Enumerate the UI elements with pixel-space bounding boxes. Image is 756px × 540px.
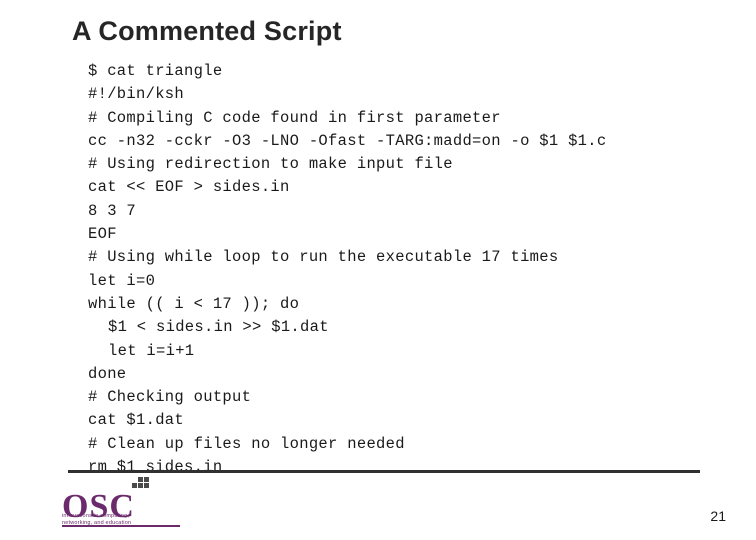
logo-underline	[62, 525, 180, 527]
osc-logo: OSC innovations in computing, networking…	[62, 477, 212, 533]
code-line: #!/bin/ksh	[88, 85, 185, 104]
code-line: $ cat triangle	[88, 62, 223, 80]
code-line: let i=0	[88, 271, 156, 290]
code-line: # Checking output	[88, 388, 252, 407]
code-line: done	[88, 364, 127, 383]
page-title: A Commented Script	[72, 16, 342, 46]
code-line: rm $1 sides.in	[88, 458, 223, 477]
slide: A Commented Script $ cat triangle #!/bin/…	[0, 0, 756, 540]
logo-tagline-line1: innovations in computing,	[62, 513, 130, 519]
code-line: cat << EOF > sides.in	[88, 178, 290, 197]
code-line: cc -n32 -cckr -O3 -LNO -Ofast -TARG:madd…	[88, 131, 607, 150]
page-number: 21	[710, 508, 726, 524]
code-line: # Using redirection to make input file	[88, 155, 453, 174]
code-line: $1 < sides.in >> $1.dat	[108, 318, 329, 337]
code-line: 8 3 7	[88, 201, 137, 220]
footer-divider	[68, 470, 700, 473]
code-line: EOF	[88, 225, 117, 244]
code-line: # Clean up files no longer needed	[88, 434, 405, 453]
code-line: let i=i+1	[108, 341, 195, 360]
code-line: cat $1.dat	[88, 411, 185, 430]
code-line: # Using while loop to run the executable…	[88, 248, 559, 267]
code-line: # Compiling C code found in first parame…	[88, 108, 501, 127]
code-line: while (( i < 17 )); do	[88, 294, 300, 313]
code-listing: $ cat triangle #!/bin/ksh # Compiling C co…	[88, 60, 728, 479]
